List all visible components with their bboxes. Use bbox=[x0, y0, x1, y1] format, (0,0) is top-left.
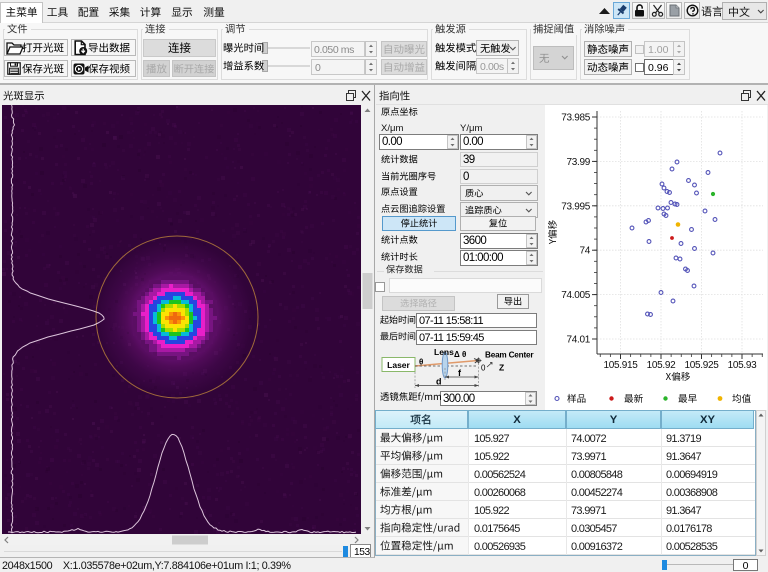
svg-text:0: 0 bbox=[481, 364, 486, 373]
svg-text:Δ θ: Δ θ bbox=[454, 350, 466, 359]
svg-text:f: f bbox=[458, 368, 462, 378]
svg-text:105.92: 105.92 bbox=[647, 360, 677, 371]
svg-text:Z: Z bbox=[499, 363, 504, 373]
svg-text:θ: θ bbox=[419, 358, 423, 367]
svg-text:105.925: 105.925 bbox=[684, 360, 719, 371]
svg-text:74.01: 74.01 bbox=[566, 335, 590, 346]
svg-text:73.99: 73.99 bbox=[566, 157, 590, 168]
svg-text:Laser: Laser bbox=[387, 360, 410, 370]
svg-text:74.005: 74.005 bbox=[561, 290, 591, 301]
svg-text:Beam Center: Beam Center bbox=[485, 351, 534, 360]
svg-text:73.995: 73.995 bbox=[561, 201, 591, 212]
svg-text:105.93: 105.93 bbox=[728, 360, 758, 371]
svg-text:d: d bbox=[436, 377, 442, 387]
svg-text:105.915: 105.915 bbox=[603, 360, 638, 371]
svg-text:73.985: 73.985 bbox=[561, 113, 591, 124]
svg-text:74: 74 bbox=[579, 246, 590, 257]
svg-text:Lens: Lens bbox=[434, 347, 454, 357]
